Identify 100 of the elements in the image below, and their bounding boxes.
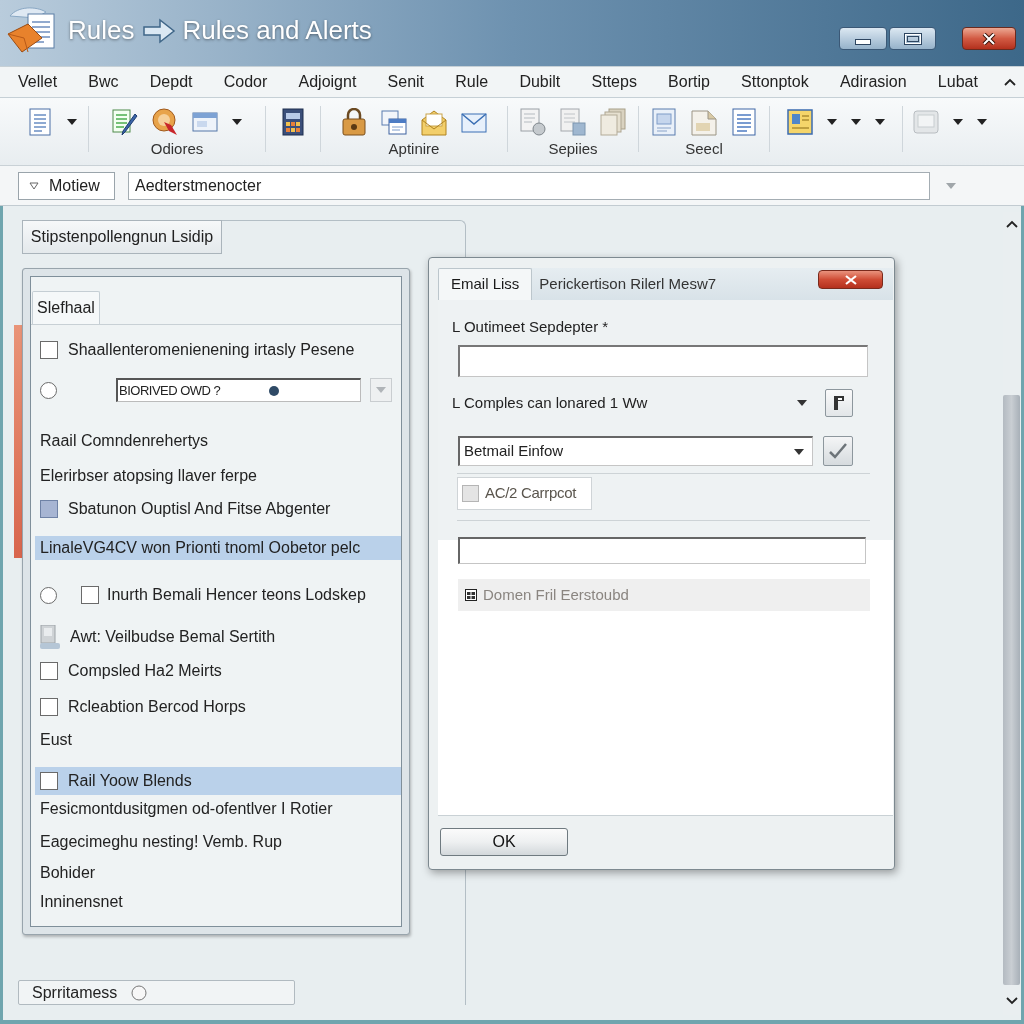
toolbar-group-label: Seecl <box>685 140 723 158</box>
tab[interactable]: Slefhaal <box>32 291 100 324</box>
menu-item[interactable]: Lubat <box>937 70 978 94</box>
option-label: Rail Yoow Blends <box>68 771 192 791</box>
tab[interactable]: Perickertison Rilerl Mesw7 <box>532 268 724 300</box>
ok-button[interactable]: OK <box>440 828 568 856</box>
page-circle-icon[interactable] <box>520 108 546 136</box>
select-field[interactable]: Betmail Einfow <box>458 436 813 466</box>
menu-item[interactable]: Bortip <box>668 70 710 94</box>
list-item[interactable]: Inurth Bemali Hencer teons Lodskep <box>35 579 401 611</box>
caret-icon <box>376 387 386 393</box>
page-pen-icon[interactable] <box>112 108 138 136</box>
combo-field[interactable]: BIORIVED OWD ? <box>116 378 361 402</box>
list-item[interactable]: BIORIVED OWD ? <box>35 374 401 406</box>
check-icon <box>829 443 847 459</box>
menu-item[interactable]: Depdt <box>149 70 193 94</box>
option-label: Sbatunon Ouptisl And Fitse Abgenter <box>68 499 331 519</box>
list-item[interactable]: Awt: Veilbudse Bemal Sertith <box>35 621 401 653</box>
option-label: Awt: Veilbudse Bemal Sertith <box>70 627 276 647</box>
confirm-button[interactable] <box>823 436 853 466</box>
toolbar-group-label: Sepiies <box>548 140 598 158</box>
note-icon[interactable] <box>787 108 813 136</box>
list-item[interactable]: Rail Yoow Blends <box>35 767 401 795</box>
option-label: Inurth Bemali Hencer teons Lodskep <box>107 585 366 605</box>
maximize-icon <box>903 32 922 45</box>
chevron-up-icon <box>1005 220 1018 228</box>
list-item[interactable]: Shaallenteromenienening irtasly Pesene <box>35 334 401 366</box>
field-label: L Outimeet Sepdepter * <box>452 317 609 337</box>
window-title: Rules and Alerts <box>182 14 372 47</box>
menu-item[interactable]: Vellet <box>18 70 58 94</box>
caret-icon[interactable] <box>851 119 861 125</box>
toolbar-group-label: Odiores <box>150 140 204 158</box>
padlock-icon[interactable] <box>341 108 367 136</box>
list-icon[interactable] <box>731 108 757 136</box>
menu-item[interactable]: Adirasion <box>839 70 907 94</box>
header-button[interactable]: Stipstenpollengnun Lsidip <box>22 220 222 254</box>
minimize-icon <box>855 38 871 45</box>
menu-item[interactable]: Rule <box>455 70 489 94</box>
caret-icon[interactable] <box>67 119 77 125</box>
list-item[interactable]: Eagecimeghu nesting! Vemb. Rup <box>35 826 401 858</box>
computer-icon <box>40 625 60 649</box>
checkbox[interactable] <box>81 586 99 604</box>
dot-icon <box>269 385 279 396</box>
radio-button[interactable] <box>40 381 57 399</box>
list-item[interactable]: Fesicmontdusitgmen od-ofentlver I Rotier <box>35 795 401 823</box>
badge-icon[interactable] <box>152 108 178 136</box>
caret-icon[interactable] <box>953 119 963 125</box>
checkbox[interactable] <box>40 662 58 680</box>
calculator-icon[interactable] <box>280 108 306 136</box>
stacked-windows-icon[interactable] <box>381 108 407 136</box>
caret-icon[interactable] <box>232 119 242 125</box>
flag-icon <box>833 396 845 410</box>
circle-icon <box>131 984 148 1001</box>
list-item[interactable]: LinaleVG4CV won Prionti tnoml Oobetor pelc <box>35 536 401 560</box>
checkbox[interactable] <box>462 485 479 502</box>
checkbox[interactable] <box>40 698 58 716</box>
scrollbar-thumb[interactable] <box>1003 395 1020 985</box>
chevron-up-icon[interactable] <box>1004 78 1016 86</box>
list-item[interactable]: Raail Comndenrehertys <box>35 425 401 457</box>
caret-icon[interactable] <box>977 119 987 125</box>
menu-item[interactable]: Senit <box>387 70 425 94</box>
input-field[interactable] <box>458 345 868 377</box>
caret-icon[interactable] <box>797 400 807 406</box>
minimize-button[interactable] <box>839 27 887 50</box>
checkbox[interactable] <box>40 341 58 359</box>
checkbox[interactable] <box>40 500 58 518</box>
picker-button[interactable] <box>825 389 853 417</box>
footer-button[interactable]: Sprritamess <box>18 980 295 1005</box>
list-item[interactable]: Compsled Ha2 Meirts <box>35 655 401 687</box>
list-item[interactable]: Elerirbser atopsing llaver ferpe <box>35 460 401 492</box>
menu-item[interactable]: Bwc <box>88 70 119 94</box>
menu-item[interactable]: Stteps <box>591 70 637 94</box>
input-field[interactable] <box>458 537 866 564</box>
address-field[interactable]: Aedterstmenocter <box>128 171 930 200</box>
menu-item[interactable]: Sttonptok <box>741 70 809 94</box>
maximize-button[interactable] <box>889 27 936 50</box>
option-label: AC/2 Carrpcot <box>485 483 577 504</box>
caret-icon <box>794 448 804 455</box>
tab[interactable]: Email Liss <box>438 268 533 300</box>
caret-icon[interactable] <box>827 119 837 125</box>
radio-button[interactable] <box>40 586 57 604</box>
checkbox[interactable] <box>40 772 58 790</box>
list-item[interactable]: Bohider <box>35 858 401 888</box>
view-button[interactable]: Motiew <box>18 171 115 200</box>
close-button[interactable] <box>818 270 883 289</box>
toolbar-group-label: Aptinire <box>388 140 440 158</box>
list-item[interactable]: Eust <box>35 724 401 756</box>
menu-item[interactable]: Dubilt <box>519 70 561 94</box>
list-item[interactable]: Rcleabtion Bercod Horps <box>35 691 401 723</box>
option-label: Shaallenteromenienening irtasly Pesene <box>68 340 355 360</box>
list-item[interactable]: Inninensnet <box>35 888 401 916</box>
caret-icon[interactable] <box>875 119 885 125</box>
menu-item[interactable]: Codor <box>223 70 268 94</box>
menu-item[interactable]: Adjoignt <box>298 70 357 94</box>
open-envelope-icon[interactable] <box>421 108 447 136</box>
table-icon <box>465 589 477 601</box>
option-label: Compsled Ha2 Meirts <box>68 661 222 681</box>
list-item[interactable]: Sbatunon Ouptisl And Fitse Abgenter <box>35 493 401 525</box>
close-icon <box>843 274 858 285</box>
close-button[interactable] <box>962 27 1016 50</box>
